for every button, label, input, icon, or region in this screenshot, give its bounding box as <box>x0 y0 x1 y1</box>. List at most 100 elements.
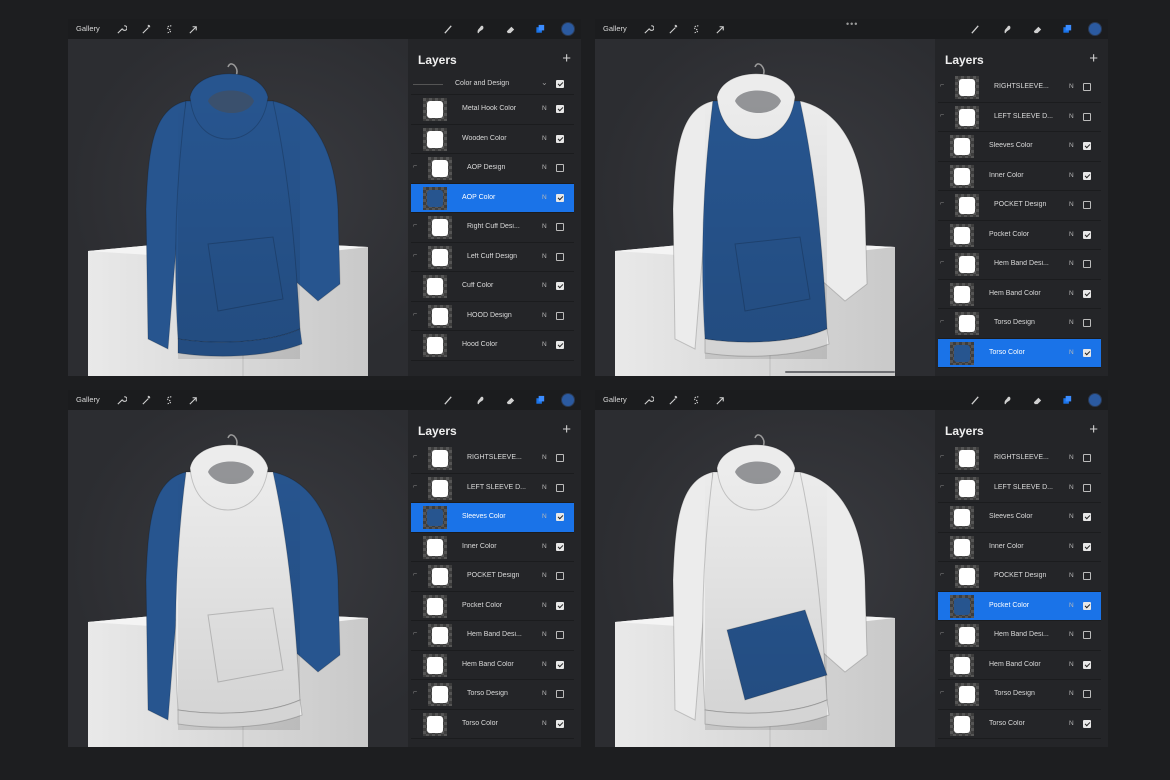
blend-mode-button[interactable]: N <box>1069 454 1074 461</box>
layer-row[interactable]: ⌐ Right Cuff Desi... N <box>411 213 574 243</box>
blend-mode-button[interactable]: N <box>542 661 547 668</box>
blend-mode-button[interactable]: N <box>542 135 547 142</box>
blend-mode-button[interactable]: N <box>542 164 547 171</box>
layer-row[interactable]: Hood Color N <box>411 331 574 361</box>
blend-mode-button[interactable]: N <box>1069 572 1074 579</box>
visibility-checkbox[interactable] <box>556 80 564 88</box>
layer-row[interactable]: ⌐ Torso Design N <box>411 680 574 710</box>
visibility-checkbox[interactable] <box>556 164 564 172</box>
layer-row[interactable]: ⌐ LEFT SLEEVE D... N <box>411 474 574 503</box>
visibility-checkbox[interactable] <box>1083 454 1091 462</box>
visibility-checkbox[interactable] <box>1083 142 1091 150</box>
add-layer-button[interactable]: + <box>1089 50 1098 67</box>
artwork-canvas[interactable] <box>68 39 408 376</box>
color-swatch[interactable] <box>1088 393 1102 407</box>
visibility-checkbox[interactable] <box>556 513 564 521</box>
color-swatch[interactable] <box>561 393 575 407</box>
layer-row[interactable]: Sleeves Color N <box>411 503 574 533</box>
color-swatch[interactable] <box>1088 22 1102 36</box>
layer-row[interactable]: Pocket Color N <box>938 221 1101 250</box>
gallery-button[interactable]: Gallery <box>76 395 100 404</box>
layer-row[interactable]: ⌐ Torso Design N <box>938 309 1101 339</box>
color-swatch[interactable] <box>561 22 575 36</box>
arrow-cursor-icon[interactable] <box>713 22 727 36</box>
visibility-checkbox[interactable] <box>556 572 564 580</box>
visibility-checkbox[interactable] <box>556 454 564 462</box>
blend-mode-button[interactable]: N <box>542 194 547 201</box>
visibility-checkbox[interactable] <box>1083 660 1091 669</box>
blend-mode-button[interactable]: N <box>1069 319 1074 326</box>
layer-row[interactable]: Pocket Color N <box>938 591 1101 621</box>
smudge-icon[interactable] <box>1000 393 1014 407</box>
magic-wand-icon[interactable] <box>139 393 153 407</box>
layer-row[interactable]: ⌐ POCKET Design N <box>411 562 574 592</box>
layer-row[interactable]: Sleeves Color N <box>938 503 1101 533</box>
layer-row[interactable]: ⌐ Hem Band Desi... N <box>411 621 574 651</box>
blend-mode-button[interactable]: N <box>542 602 547 609</box>
blend-mode-button[interactable]: N <box>542 543 547 550</box>
layer-row[interactable]: Sleeves Color N <box>938 132 1101 162</box>
layer-row[interactable]: ⌐ LEFT SLEEVE D... N <box>938 474 1101 503</box>
visibility-checkbox[interactable] <box>1083 542 1091 551</box>
chevron-down-icon[interactable]: ⌄ <box>541 78 548 87</box>
selection-s-icon[interactable] <box>689 393 703 407</box>
visibility-checkbox[interactable] <box>556 690 564 698</box>
brush-icon[interactable] <box>968 393 982 407</box>
add-layer-button[interactable]: + <box>562 421 571 438</box>
layer-row[interactable]: ⌐ Hem Band Desi... N <box>938 250 1101 280</box>
layer-row[interactable]: Inner Color N <box>411 533 574 562</box>
magic-wand-icon[interactable] <box>139 22 153 36</box>
visibility-checkbox[interactable] <box>556 193 564 202</box>
blend-mode-button[interactable]: N <box>542 513 547 520</box>
blend-mode-button[interactable]: N <box>1069 661 1074 668</box>
artwork-canvas[interactable] <box>68 410 408 747</box>
blend-mode-button[interactable]: N <box>1069 231 1074 238</box>
layer-row[interactable]: ⌐ HOOD Design N <box>411 302 574 331</box>
arrow-cursor-icon[interactable] <box>186 22 200 36</box>
layer-row[interactable]: Inner Color N <box>938 533 1101 562</box>
layers-icon[interactable] <box>1060 393 1074 407</box>
visibility-checkbox[interactable] <box>1083 289 1091 298</box>
layer-row[interactable]: Cuff Color N <box>411 272 574 302</box>
blend-mode-button[interactable]: N <box>542 341 547 348</box>
arrow-cursor-icon[interactable] <box>713 393 727 407</box>
selection-s-icon[interactable] <box>162 22 176 36</box>
blend-mode-button[interactable]: N <box>1069 260 1074 267</box>
visibility-checkbox[interactable] <box>1083 230 1091 239</box>
layers-icon[interactable] <box>533 22 547 36</box>
visibility-checkbox[interactable] <box>1083 513 1091 521</box>
blend-mode-button[interactable]: N <box>1069 602 1074 609</box>
artwork-canvas[interactable] <box>595 39 935 376</box>
layer-row[interactable]: ⌐ Hem Band Desi... N <box>938 621 1101 651</box>
visibility-checkbox[interactable] <box>556 223 564 231</box>
layer-row[interactable]: AOP Color N <box>411 183 574 213</box>
gallery-button[interactable]: Gallery <box>76 24 100 33</box>
blend-mode-button[interactable]: N <box>1069 690 1074 697</box>
visibility-checkbox[interactable] <box>1083 260 1091 268</box>
visibility-checkbox[interactable] <box>556 252 564 261</box>
blend-mode-button[interactable]: N <box>1069 83 1074 90</box>
visibility-checkbox[interactable] <box>556 134 564 143</box>
visibility-checkbox[interactable] <box>1083 690 1091 698</box>
layer-row[interactable]: Inner Color N <box>938 162 1101 191</box>
layer-row[interactable]: ⌐ AOP Design N <box>411 154 574 184</box>
blend-mode-button[interactable]: N <box>1069 720 1074 727</box>
blend-mode-button[interactable]: N <box>1069 172 1074 179</box>
smudge-icon[interactable] <box>473 22 487 36</box>
layer-row[interactable]: Hem Band Color N <box>938 651 1101 680</box>
visibility-checkbox[interactable] <box>1083 319 1091 327</box>
wrench-icon[interactable] <box>641 393 655 407</box>
blend-mode-button[interactable]: N <box>1069 201 1074 208</box>
blend-mode-button[interactable]: N <box>542 223 547 230</box>
layer-row[interactable]: Torso Color N <box>938 710 1101 739</box>
visibility-checkbox[interactable] <box>1083 601 1091 610</box>
layer-row[interactable]: Hem Band Color N <box>411 651 574 680</box>
visibility-checkbox[interactable] <box>1083 348 1091 357</box>
visibility-checkbox[interactable] <box>556 311 564 320</box>
visibility-checkbox[interactable] <box>1083 719 1091 728</box>
layer-row[interactable]: ⌐ LEFT SLEEVE D... N <box>938 103 1101 132</box>
layer-row[interactable]: ⌐ RIGHTSLEEVE... N <box>938 73 1101 103</box>
blend-mode-button[interactable]: N <box>542 484 547 491</box>
visibility-checkbox[interactable] <box>556 483 564 492</box>
blend-mode-button[interactable]: N <box>1069 290 1074 297</box>
